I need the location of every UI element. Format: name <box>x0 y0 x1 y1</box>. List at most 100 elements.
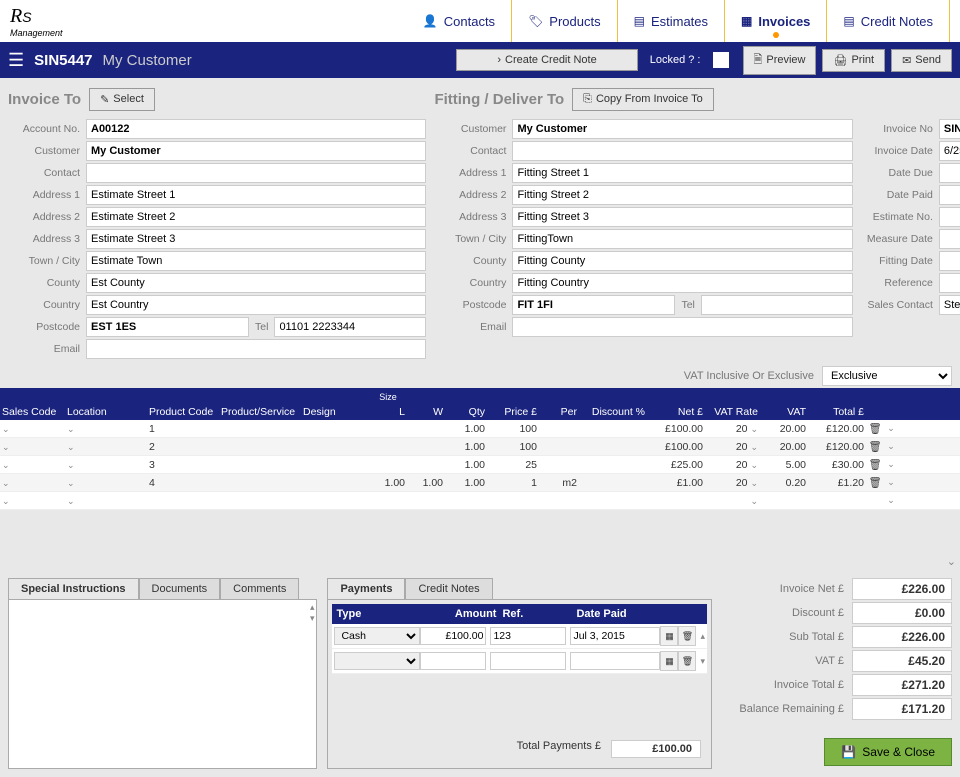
total-payments-label: Total Payments £ <box>517 740 601 758</box>
invoice-no-field[interactable] <box>939 119 960 139</box>
postcode-field[interactable] <box>86 317 249 337</box>
d-addr1-field[interactable] <box>512 163 852 183</box>
addr3-field[interactable] <box>86 229 426 249</box>
special-instructions-area[interactable]: ▴▾ <box>8 599 317 769</box>
invoice-icon: ▦ <box>741 14 752 28</box>
sales-contact-field[interactable] <box>939 295 960 315</box>
invoice-to-col: Invoice To ✎Select Account No. Customer … <box>8 86 426 360</box>
customer-field[interactable] <box>86 141 426 161</box>
vat-mode-select[interactable]: Exclusive <box>822 366 952 386</box>
nav-credit-notes[interactable]: ▤Credit Notes <box>827 0 950 42</box>
preview-button[interactable]: 🗎Preview <box>743 46 817 75</box>
pay-amount-field[interactable] <box>420 652 486 670</box>
save-icon: 💾 <box>841 745 856 759</box>
deliver-title: Fitting / Deliver To <box>434 91 564 108</box>
scroll-up-icon[interactable]: ▴ <box>310 602 315 613</box>
d-town-field[interactable] <box>512 229 852 249</box>
tab-payments[interactable]: Payments <box>327 578 405 599</box>
tab-credit[interactable]: Credit Notes <box>405 578 492 599</box>
trash-icon: 🗑 <box>866 476 884 489</box>
nav-estimates[interactable]: ▤Estimates <box>618 0 725 42</box>
d-county-field[interactable] <box>512 251 852 271</box>
trash-icon[interactable]: 🗑 <box>678 626 696 646</box>
create-credit-button[interactable]: ›Create Credit Note <box>456 49 637 71</box>
d-addr2-field[interactable] <box>512 185 852 205</box>
save-close-button[interactable]: 💾Save & Close <box>824 738 952 766</box>
calendar-icon[interactable]: ▦ <box>660 651 678 671</box>
scroll-down-icon[interactable]: ▾ <box>310 613 315 624</box>
line-item-row-empty[interactable]: ⌄⌄⌄⌄ <box>0 492 960 510</box>
left-tabs: Special Instructions Documents Comments … <box>8 578 317 769</box>
d-country-field[interactable] <box>512 273 852 293</box>
line-items-grid[interactable]: ⌄⌄11.00100£100.0020 ⌄20.00£120.00🗑⌄⌄⌄21.… <box>0 420 960 510</box>
pay-date-field[interactable] <box>570 652 660 670</box>
pay-ref-field[interactable] <box>490 627 566 645</box>
measure-date-field[interactable] <box>939 229 960 249</box>
doc-icon: ▤ <box>634 14 645 28</box>
vat-mode-label: VAT Inclusive Or Exclusive <box>684 370 814 382</box>
fitting-date-field[interactable] <box>939 251 960 271</box>
email-field[interactable] <box>86 339 426 359</box>
total-payments-value: £100.00 <box>611 740 701 758</box>
d-addr3-field[interactable] <box>512 207 852 227</box>
nav-invoices[interactable]: ▦Invoices <box>725 0 827 42</box>
trash-icon: 🗑 <box>866 422 884 435</box>
invoice-to-title: Invoice To <box>8 91 81 108</box>
nav-contacts[interactable]: 👤Contacts <box>407 0 512 42</box>
pay-type-select[interactable]: Cash <box>334 627 420 645</box>
select-button[interactable]: ✎Select <box>89 88 155 111</box>
print-button[interactable]: 🖨Print <box>822 49 885 72</box>
payments-panel: Payments Credit Notes Type Amount Ref. D… <box>327 578 712 769</box>
line-item-row[interactable]: ⌄⌄11.00100£100.0020 ⌄20.00£120.00🗑⌄ <box>0 420 960 438</box>
d-contact-field[interactable] <box>512 141 852 161</box>
grid-empty-area <box>0 510 960 570</box>
date-paid-field[interactable] <box>939 185 960 205</box>
locked-checkbox[interactable] <box>713 52 729 68</box>
tab-special[interactable]: Special Instructions <box>8 578 139 599</box>
account-no-field[interactable] <box>86 119 426 139</box>
tab-comments[interactable]: Comments <box>220 578 299 599</box>
line-item-row[interactable]: ⌄⌄41.001.001.001m2£1.0020 ⌄0.20£1.20🗑⌄ <box>0 474 960 492</box>
addr2-field[interactable] <box>86 207 426 227</box>
invoice-date-field[interactable] <box>939 141 960 161</box>
reference-field[interactable] <box>939 273 960 293</box>
date-due-field[interactable] <box>939 163 960 183</box>
pay-type-select[interactable] <box>334 652 420 670</box>
copy-icon: ⎘ <box>583 93 592 106</box>
form-area: Invoice To ✎Select Account No. Customer … <box>0 78 960 364</box>
eye-icon: 🗎 <box>754 51 763 70</box>
grid-header: Sales Code Location Product Code Product… <box>0 388 960 420</box>
county-field[interactable] <box>86 273 426 293</box>
nav-products[interactable]: 🏷Products <box>512 0 618 42</box>
tel-field[interactable] <box>274 317 426 337</box>
tab-docs[interactable]: Documents <box>139 578 221 599</box>
balance: £171.20 <box>852 698 952 720</box>
estimate-no-field[interactable] <box>939 207 960 227</box>
deliver-to-col: Fitting / Deliver To ⎘Copy From Invoice … <box>434 86 852 360</box>
sub-total: £226.00 <box>852 626 952 648</box>
calendar-icon[interactable]: ▦ <box>660 626 678 646</box>
pay-amount-field[interactable] <box>420 627 486 645</box>
send-button[interactable]: ✉Send <box>891 49 952 72</box>
pay-date-field[interactable] <box>570 627 660 645</box>
d-customer-field[interactable] <box>512 119 852 139</box>
d-tel-field[interactable] <box>701 295 853 315</box>
invoice-total: £271.20 <box>852 674 952 696</box>
d-postcode-field[interactable] <box>512 295 675 315</box>
copy-from-button[interactable]: ⎘Copy From Invoice To <box>572 88 714 111</box>
pay-ref-field[interactable] <box>490 652 566 670</box>
addr1-field[interactable] <box>86 185 426 205</box>
trash-icon[interactable]: 🗑 <box>678 651 696 671</box>
discount: £0.00 <box>852 602 952 624</box>
payment-row-empty[interactable]: ▦🗑▾ <box>332 649 707 674</box>
payment-row[interactable]: Cash▦🗑▴ <box>332 624 707 649</box>
country-field[interactable] <box>86 295 426 315</box>
line-item-row[interactable]: ⌄⌄21.00100£100.0020 ⌄20.00£120.00🗑⌄ <box>0 438 960 456</box>
town-field[interactable] <box>86 251 426 271</box>
menu-icon[interactable]: ☰ <box>8 50 24 71</box>
line-item-row[interactable]: ⌄⌄31.0025£25.0020 ⌄5.00£30.00🗑⌄ <box>0 456 960 474</box>
header-bar: ☰ SIN5447 My Customer ›Create Credit Not… <box>0 42 960 78</box>
d-email-field[interactable] <box>512 317 852 337</box>
chevron-right-icon: › <box>497 54 501 66</box>
contact-field[interactable] <box>86 163 426 183</box>
